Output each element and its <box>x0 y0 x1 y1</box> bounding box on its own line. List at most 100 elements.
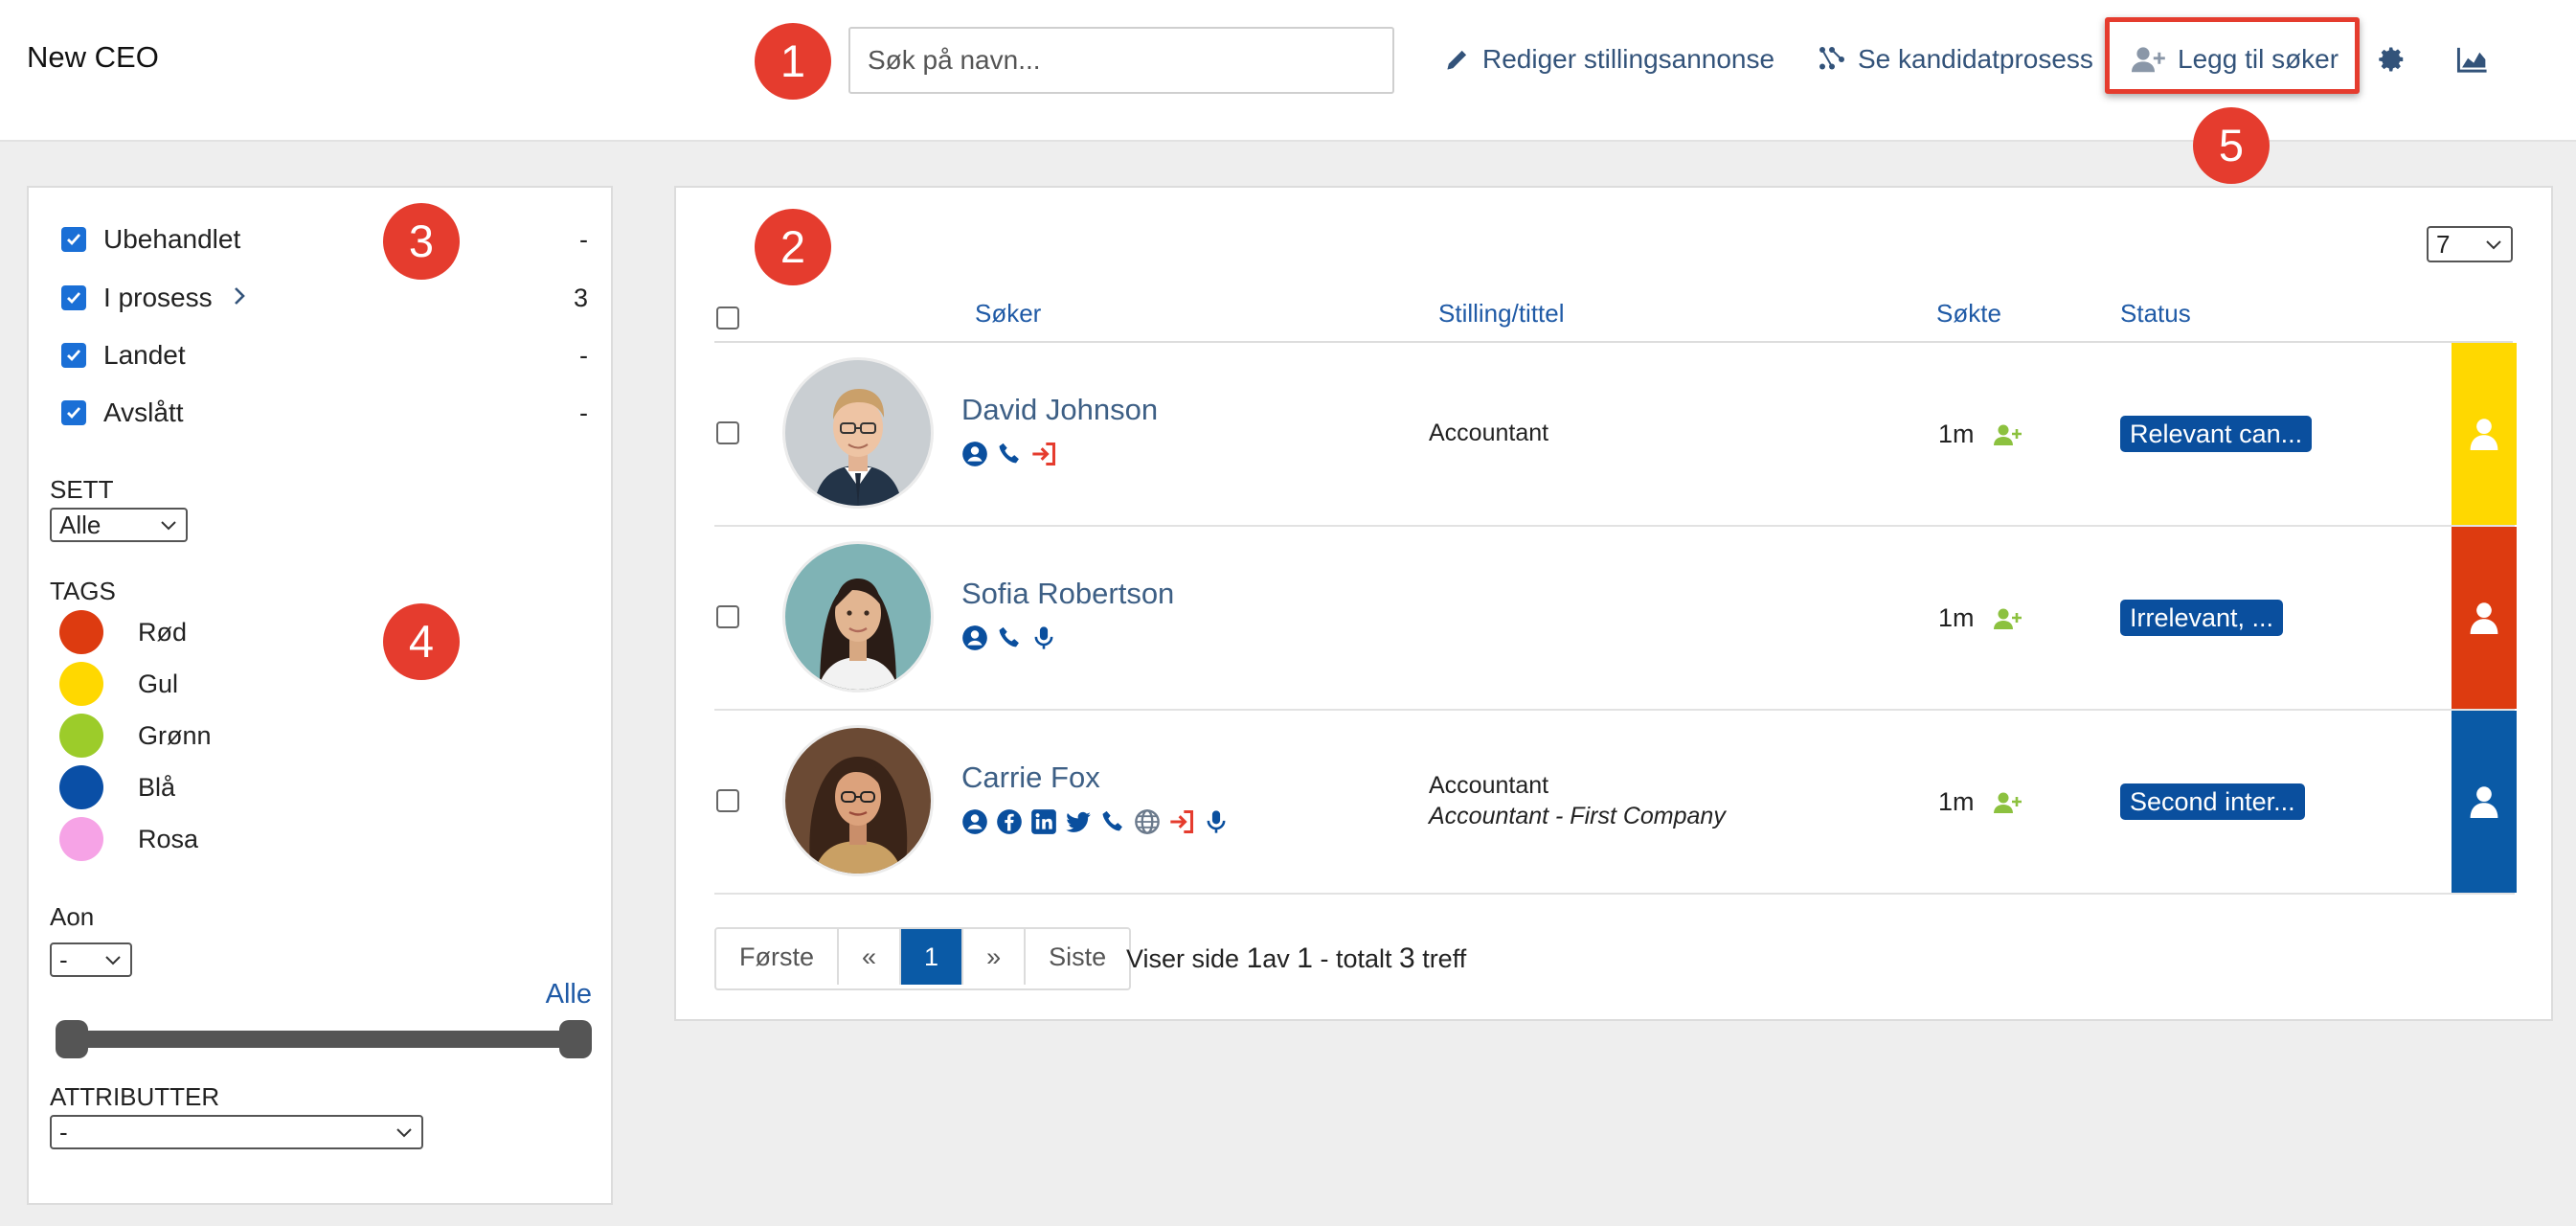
chevron-right-icon[interactable] <box>232 283 247 313</box>
avatar[interactable] <box>785 728 931 874</box>
attributes-select[interactable]: - <box>50 1115 423 1149</box>
per-page-select[interactable]: 7 <box>2427 226 2513 262</box>
range-all-link[interactable]: Alle <box>546 979 592 1010</box>
select-all-checkbox[interactable] <box>716 306 739 329</box>
table-row[interactable]: David Johnson Accountant 1m Relevant can… <box>714 343 2517 527</box>
first-page-button[interactable]: Første <box>716 929 839 985</box>
filter-status-landed[interactable]: Landet - <box>61 336 588 375</box>
sign-in-icon[interactable] <box>1030 441 1057 467</box>
filter-count: - <box>579 397 588 427</box>
user-plus-icon[interactable] <box>1993 422 2022 447</box>
tag-color-dot <box>59 765 103 809</box>
tag-label: Rød <box>138 617 188 647</box>
tag-color-strip[interactable] <box>2452 343 2517 525</box>
checkbox-checked-icon[interactable] <box>61 227 86 252</box>
column-header-status[interactable]: Status <box>2120 299 2191 329</box>
table-row[interactable]: Carrie Fox Accountant Accountant - First… <box>714 711 2517 895</box>
tag-green[interactable]: Grønn <box>59 713 212 759</box>
sign-in-icon[interactable] <box>1168 808 1195 835</box>
seen-filter-label: SETT <box>50 475 114 504</box>
profile-icon[interactable] <box>961 441 988 467</box>
previous-page-button[interactable]: « <box>839 929 902 985</box>
twitter-icon[interactable] <box>1065 808 1092 835</box>
search-input[interactable] <box>848 27 1394 94</box>
status-badge[interactable]: Second inter... <box>2120 783 2305 820</box>
add-applicant-label: Legg til søker <box>2178 44 2339 74</box>
facebook-icon[interactable] <box>996 808 1023 835</box>
avatar[interactable] <box>785 544 931 690</box>
contact-icons <box>961 441 1057 467</box>
tag-color-dot <box>59 610 103 654</box>
next-page-button[interactable]: » <box>963 929 1027 985</box>
attributes-label: ATTRIBUTTER <box>50 1082 220 1111</box>
pagination-info: Viser side 1av 1 - totalt 3 treff <box>1126 942 1466 975</box>
add-applicant-button[interactable]: Legg til søker <box>2132 36 2339 82</box>
phone-icon[interactable] <box>1099 808 1126 835</box>
last-page-button[interactable]: Siste <box>1026 929 1130 985</box>
linkedin-icon[interactable] <box>1030 808 1057 835</box>
filter-label: Landet <box>103 340 186 370</box>
slider-handle-min[interactable] <box>56 1020 88 1058</box>
chevron-down-icon <box>2486 240 2501 250</box>
position-detail: Accountant - First Company <box>1429 803 1726 829</box>
status-badge[interactable]: Relevant can... <box>2120 416 2313 452</box>
checkbox-checked-icon[interactable] <box>61 343 86 368</box>
tag-color-strip[interactable] <box>2452 527 2517 709</box>
pagination-total-hits: 3 <box>1399 942 1415 974</box>
seen-select[interactable]: Alle <box>50 508 188 542</box>
row-checkbox[interactable] <box>716 605 739 628</box>
tag-pink[interactable]: Rosa <box>59 816 198 862</box>
user-plus-icon[interactable] <box>1993 606 2022 631</box>
tag-red[interactable]: Rød <box>59 609 187 655</box>
statistics-button[interactable] <box>2452 38 2494 80</box>
filter-status-in-process[interactable]: I prosess 3 <box>61 279 588 317</box>
phone-icon[interactable] <box>996 441 1023 467</box>
profile-icon[interactable] <box>961 624 988 651</box>
applied-time: 1m <box>1938 603 2022 633</box>
page-title: New CEO <box>27 40 159 74</box>
range-slider[interactable] <box>56 1020 592 1058</box>
column-header-applied[interactable]: Søkte <box>1936 299 2001 329</box>
checkbox-checked-icon[interactable] <box>61 400 86 425</box>
phone-icon[interactable] <box>996 624 1023 651</box>
current-page-button[interactable]: 1 <box>901 929 964 985</box>
tags-label: TAGS <box>50 577 116 605</box>
row-checkbox[interactable] <box>716 789 739 812</box>
pagination-info-suffix: treff <box>1414 944 1467 973</box>
globe-icon[interactable] <box>1134 808 1161 835</box>
edit-job-ad-button[interactable]: Rediger stillingsannonse <box>1444 36 1774 82</box>
aon-select[interactable]: - <box>50 942 132 977</box>
column-header-position[interactable]: Stilling/tittel <box>1438 299 1565 329</box>
microphone-icon[interactable] <box>1030 624 1057 651</box>
applied-time-value: 1m <box>1938 603 1975 632</box>
checkbox-checked-icon[interactable] <box>61 285 86 310</box>
profile-icon[interactable] <box>961 808 988 835</box>
applicant-name[interactable]: Sofia Robertson <box>961 577 1174 611</box>
tag-color-strip[interactable] <box>2452 711 2517 893</box>
microphone-icon[interactable] <box>1203 808 1230 835</box>
tag-label: Rosa <box>138 824 199 853</box>
status-badge[interactable]: Irrelevant, ... <box>2120 600 2284 636</box>
tag-blue[interactable]: Blå <box>59 764 175 810</box>
area-chart-icon <box>2456 47 2487 73</box>
filter-status-rejected[interactable]: Avslått - <box>61 394 588 432</box>
contact-icons <box>961 808 1230 835</box>
tag-color-dot <box>59 714 103 758</box>
user-plus-icon[interactable] <box>1993 790 2022 815</box>
settings-button[interactable] <box>2371 38 2413 80</box>
candidate-process-button[interactable]: Se kandidatprosess <box>1818 36 2093 82</box>
avatar[interactable] <box>785 360 931 506</box>
table-row[interactable]: Sofia Robertson 1m Irrelevant, ... <box>714 527 2517 711</box>
pencil-icon <box>1447 50 1467 70</box>
applicant-name[interactable]: David Johnson <box>961 393 1158 427</box>
attributes-select-value: - <box>59 1117 68 1147</box>
applicant-name[interactable]: Carrie Fox <box>961 761 1100 795</box>
filter-status-unprocessed[interactable]: Ubehandlet - <box>61 220 588 259</box>
tag-yellow[interactable]: Gul <box>59 661 178 707</box>
filter-label: Avslått <box>103 397 184 427</box>
slider-handle-max[interactable] <box>559 1020 592 1058</box>
row-checkbox[interactable] <box>716 421 739 444</box>
contact-icons <box>961 624 1057 651</box>
column-header-applicant[interactable]: Søker <box>975 299 1041 329</box>
position-title: Accountant <box>1429 420 1549 446</box>
